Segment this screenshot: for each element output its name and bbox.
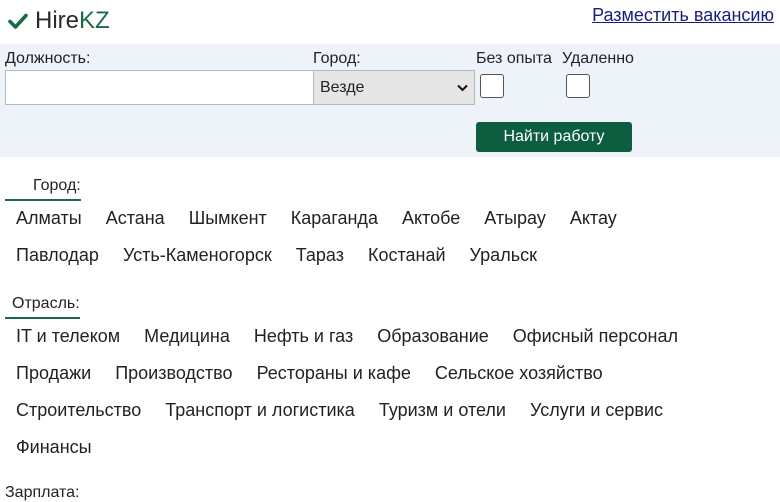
industry-tag[interactable]: Рестораны и кафе: [245, 363, 423, 384]
industry-tag[interactable]: Финансы: [4, 437, 104, 458]
industry-section-title: Отрасль:: [5, 295, 80, 319]
industry-tag[interactable]: Сельское хозяйство: [423, 363, 615, 384]
no-experience-label: Без опыта: [476, 50, 552, 67]
remote-checkbox[interactable]: [566, 74, 590, 98]
industry-tag[interactable]: Офисный персонал: [501, 326, 690, 347]
city-tag[interactable]: Павлодар: [4, 245, 111, 266]
city-tag-row: Павлодар Усть-Каменогорск Тараз Костанай…: [4, 237, 780, 274]
industry-tag-row: Финансы: [4, 429, 780, 466]
header: Hire KZ Разместить вакансию: [0, 0, 780, 44]
city-tag[interactable]: Тараз: [284, 245, 356, 266]
remote-label: Удаленно: [562, 50, 634, 67]
city-section-title: Город:: [5, 177, 81, 201]
industry-tag[interactable]: Нефть и газ: [242, 326, 365, 347]
logo-text-kz: KZ: [79, 7, 110, 34]
industry-tag[interactable]: Производство: [103, 363, 244, 384]
industry-tag-row: Строительство Транспорт и логистика Тури…: [4, 392, 780, 429]
industry-tag[interactable]: Медицина: [132, 326, 242, 347]
city-label: Город:: [313, 50, 361, 67]
search-panel: Должность: Город: Везде Без опыта Удален…: [0, 44, 780, 157]
industry-tags: IT и телеком Медицина Нефть и газ Образо…: [4, 318, 780, 466]
city-tag[interactable]: Атырау: [472, 208, 558, 229]
city-tag[interactable]: Актау: [558, 208, 629, 229]
city-tag[interactable]: Алматы: [4, 208, 94, 229]
city-tag[interactable]: Уральск: [458, 245, 549, 266]
industry-tag-row: IT и телеком Медицина Нефть и газ Образо…: [4, 318, 780, 355]
post-vacancy-link[interactable]: Разместить вакансию: [592, 5, 774, 26]
industry-tag[interactable]: Строительство: [4, 400, 153, 421]
logo-text-hire: Hire: [35, 7, 80, 34]
city-tag[interactable]: Шымкент: [177, 208, 279, 229]
logo[interactable]: Hire KZ: [8, 7, 110, 35]
find-job-button[interactable]: Найти работу: [476, 122, 632, 152]
industry-tag-row: Продажи Производство Рестораны и кафе Се…: [4, 355, 780, 392]
industry-tag[interactable]: Услуги и сервис: [518, 400, 675, 421]
position-label: Должность:: [5, 50, 91, 67]
industry-tag[interactable]: Транспорт и логистика: [153, 400, 367, 421]
city-select-value: Везде: [320, 78, 365, 96]
no-experience-checkbox[interactable]: [480, 74, 504, 98]
industry-tag[interactable]: Продажи: [4, 363, 103, 384]
checkmark-icon: [8, 13, 28, 29]
city-select[interactable]: Везде: [313, 70, 475, 105]
chevron-down-icon: [457, 84, 468, 91]
industry-tag[interactable]: Образование: [365, 326, 501, 347]
city-tag[interactable]: Актобе: [390, 208, 472, 229]
city-tag-row: Алматы Астана Шымкент Караганда Актобе А…: [4, 200, 780, 237]
industry-tag[interactable]: Туризм и отели: [367, 400, 518, 421]
salary-section-title: Зарплата:: [5, 484, 80, 501]
industry-tag[interactable]: IT и телеком: [4, 326, 132, 347]
city-tag[interactable]: Караганда: [279, 208, 390, 229]
city-tag[interactable]: Усть-Каменогорск: [111, 245, 284, 266]
position-input[interactable]: [5, 70, 314, 105]
city-tag[interactable]: Астана: [94, 208, 177, 229]
city-tag[interactable]: Костанай: [356, 245, 458, 266]
city-tags: Алматы Астана Шымкент Караганда Актобе А…: [4, 200, 780, 274]
